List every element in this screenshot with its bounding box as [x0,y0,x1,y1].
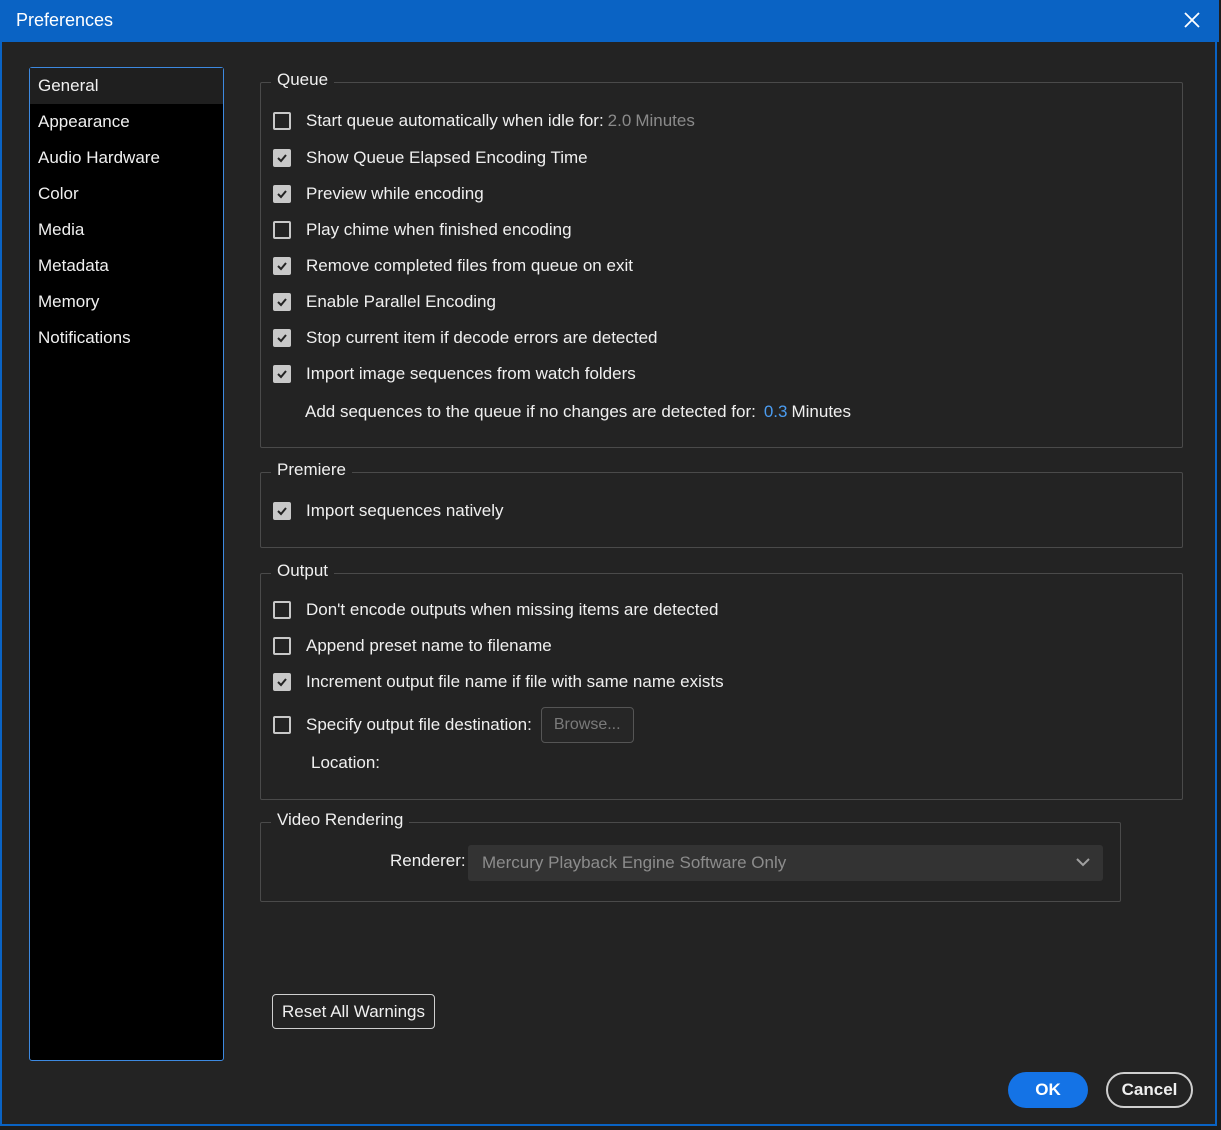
sidebar-item-audio-hardware[interactable]: Audio Hardware [30,140,223,176]
ok-button[interactable]: OK [1008,1072,1088,1108]
append-preset-row: Append preset name to filename [273,634,552,658]
add-seq-minutes-unit: Minutes [791,402,851,421]
sidebar-item-notifications[interactable]: Notifications [30,320,223,356]
preferences-dialog: Preferences General Appearance Audio Har… [0,0,1219,1126]
renderer-value: Mercury Playback Engine Software Only [482,853,787,872]
append-preset-label: Append preset name to filename [306,636,552,655]
sidebar-item-metadata[interactable]: Metadata [30,248,223,284]
stop-decode-checkbox[interactable] [273,329,291,347]
title-bar: Preferences [2,0,1219,42]
output-group: Output Don't encode outputs when missing… [260,561,1183,800]
start-queue-auto-row: Start queue automatically when idle for:… [273,109,695,133]
parallel-row: Enable Parallel Encoding [273,290,496,314]
cancel-button[interactable]: Cancel [1106,1072,1193,1108]
sidebar-item-color[interactable]: Color [30,176,223,212]
idle-minutes-unit: Minutes [635,111,695,130]
show-elapsed-checkbox[interactable] [273,149,291,167]
renderer-dropdown[interactable]: Mercury Playback Engine Software Only [468,845,1103,881]
browse-button[interactable]: Browse... [540,707,634,743]
specify-dest-checkbox[interactable] [273,716,291,734]
chime-checkbox[interactable] [273,221,291,239]
show-elapsed-label: Show Queue Elapsed Encoding Time [306,148,588,167]
preview-label: Preview while encoding [306,184,484,203]
location-label: Location: [311,753,380,772]
add-seq-row: Add sequences to the queue if no changes… [305,400,851,424]
increment-row: Increment output file name if file with … [273,670,724,694]
remove-completed-label: Remove completed files from queue on exi… [306,256,633,275]
import-seq-label: Import image sequences from watch folder… [306,364,636,383]
stop-decode-row: Stop current item if decode errors are d… [273,326,658,350]
queue-group: Queue Start queue automatically when idl… [260,70,1183,448]
parallel-checkbox[interactable] [273,293,291,311]
output-legend: Output [271,561,335,581]
start-queue-auto-checkbox[interactable] [273,112,291,130]
specify-dest-row: Specify output file destination: Browse.… [273,707,634,743]
remove-completed-checkbox[interactable] [273,257,291,275]
specify-dest-label: Specify output file destination: [306,715,532,734]
sidebar-item-general[interactable]: General [30,68,223,104]
import-native-row: Import sequences natively [273,499,504,523]
start-queue-auto-label: Start queue automatically when idle for: [306,111,604,130]
parallel-label: Enable Parallel Encoding [306,292,496,311]
sidebar-item-media[interactable]: Media [30,212,223,248]
dont-encode-row: Don't encode outputs when missing items … [273,598,718,622]
remove-completed-row: Remove completed files from queue on exi… [273,254,633,278]
import-seq-row: Import image sequences from watch folder… [273,362,636,386]
sidebar-item-appearance[interactable]: Appearance [30,104,223,140]
premiere-group: Premiere Import sequences natively [260,460,1183,548]
add-seq-label: Add sequences to the queue if no changes… [305,402,756,421]
add-seq-minutes-value[interactable]: 0.3 [764,402,788,422]
increment-checkbox[interactable] [273,673,291,691]
import-native-label: Import sequences natively [306,501,504,520]
close-icon[interactable] [1179,7,1205,33]
preview-row: Preview while encoding [273,182,484,206]
chevron-down-icon [1075,854,1091,875]
dont-encode-label: Don't encode outputs when missing items … [306,600,719,619]
stop-decode-label: Stop current item if decode errors are d… [306,328,658,347]
import-native-checkbox[interactable] [273,502,291,520]
video-rendering-legend: Video Rendering [271,810,410,830]
location-row: Location: [311,751,380,775]
sidebar-item-memory[interactable]: Memory [30,284,223,320]
reset-all-warnings-button[interactable]: Reset All Warnings [272,994,435,1029]
preview-checkbox[interactable] [273,185,291,203]
window-title: Preferences [16,10,114,30]
chime-row: Play chime when finished encoding [273,218,572,242]
chime-label: Play chime when finished encoding [306,220,572,239]
import-seq-checkbox[interactable] [273,365,291,383]
queue-legend: Queue [271,70,335,90]
video-rendering-group: Video Rendering Renderer: Mercury Playba… [260,810,1121,902]
append-preset-checkbox[interactable] [273,637,291,655]
renderer-label: Renderer: [390,851,466,870]
idle-minutes-value[interactable]: 2.0 [608,111,632,131]
increment-label: Increment output file name if file with … [306,672,724,691]
sidebar: General Appearance Audio Hardware Color … [29,67,224,1061]
show-elapsed-row: Show Queue Elapsed Encoding Time [273,146,588,170]
premiere-legend: Premiere [271,460,352,480]
dont-encode-checkbox[interactable] [273,601,291,619]
